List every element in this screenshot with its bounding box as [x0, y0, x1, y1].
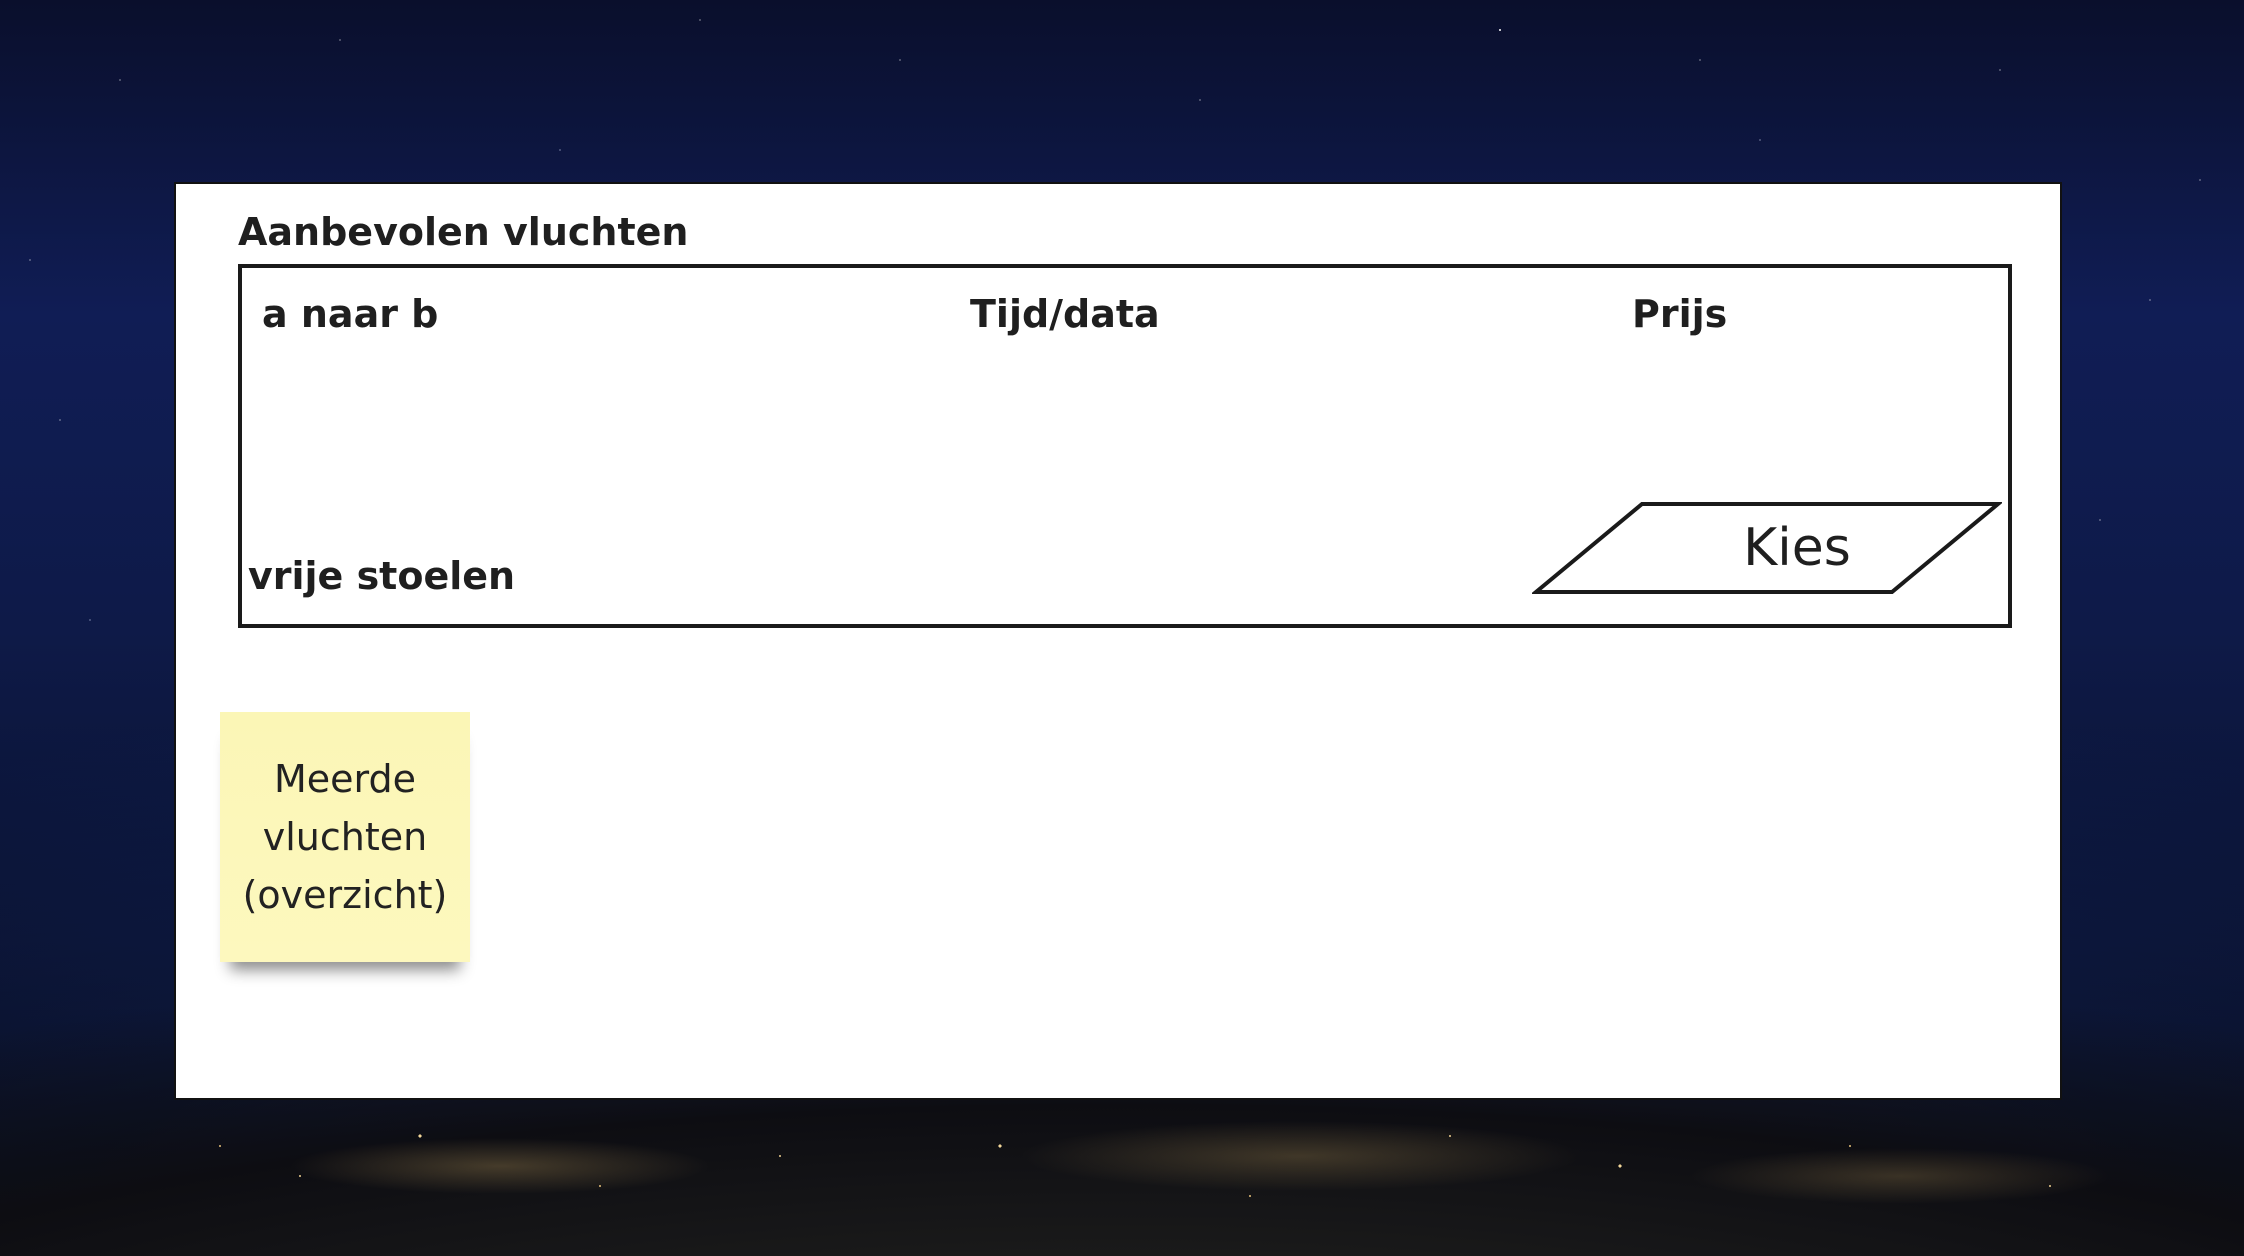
choose-button-label: Kies — [1743, 518, 1851, 578]
price-column-header: Prijs — [1632, 292, 1728, 336]
time-date-column-header: Tijd/data — [970, 292, 1160, 336]
route-column-header: a naar b — [262, 292, 439, 336]
choose-flight-button[interactable]: Kies — [1532, 500, 2002, 596]
earth-city-lights-background — [0, 1106, 2244, 1256]
page-title: Aanbevolen vluchten — [238, 210, 689, 254]
sticky-note-text: Meerde vluchten (overzicht) — [242, 757, 448, 917]
recommended-flight-card: a naar b Tijd/data Prijs vrije stoelen K… — [238, 264, 2012, 628]
wireframe-panel: Aanbevolen vluchten a naar b Tijd/data P… — [174, 182, 2062, 1100]
sticky-note: Meerde vluchten (overzicht) — [220, 712, 470, 962]
available-seats-label: vrije stoelen — [248, 554, 516, 598]
